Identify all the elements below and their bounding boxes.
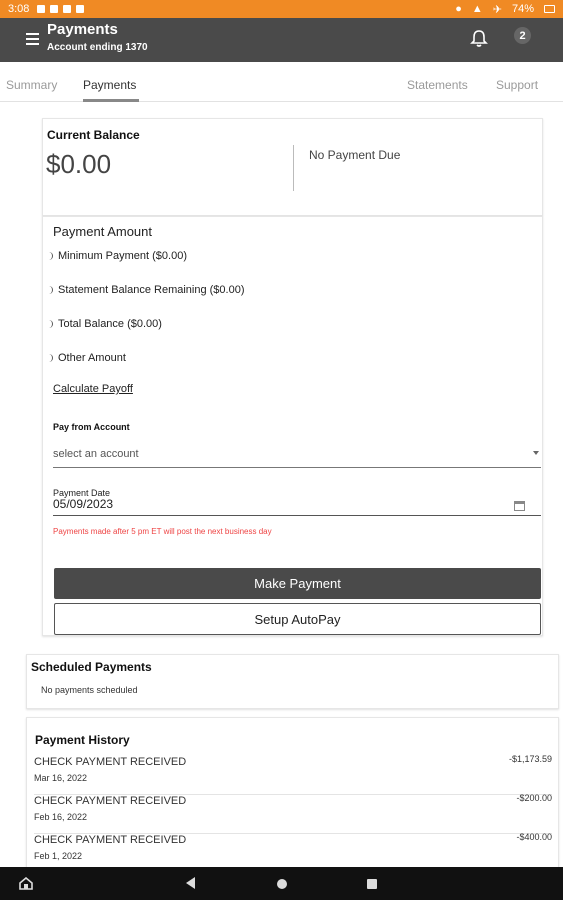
history-row[interactable]: CHECK PAYMENT RECEIVED Feb 16, 2022 -$20… — [34, 793, 552, 834]
radio-total-balance[interactable]: Total Balance ($0.00) — [49, 318, 162, 330]
history-description: CHECK PAYMENT RECEIVED — [34, 795, 187, 807]
calculate-payoff-link[interactable]: Calculate Payoff — [53, 383, 133, 395]
balance-value: $0.00 — [46, 149, 112, 179]
tab-bar: Summary Payments Statements Support — [0, 62, 563, 102]
balance-card: Current Balance $0.00 No Payment Due — [42, 118, 543, 216]
payment-history-title: Payment History — [35, 733, 130, 747]
history-amount: -$1,173.59 — [508, 754, 552, 764]
pay-from-label: Pay from Account — [53, 422, 130, 432]
scheduled-payments-title: Scheduled Payments — [31, 660, 152, 674]
history-date: Feb 1, 2022 — [34, 851, 83, 861]
circle-home-icon[interactable] — [277, 879, 287, 889]
radio-icon — [49, 320, 53, 328]
bell-icon[interactable] — [470, 29, 488, 49]
divider — [293, 145, 294, 191]
calendar-icon[interactable] — [514, 501, 525, 511]
radio-icon — [49, 252, 53, 260]
setup-autopay-button[interactable]: Setup AutoPay — [54, 603, 541, 635]
system-nav-bar — [0, 867, 563, 900]
account-select-placeholder: select an account — [53, 448, 139, 460]
payment-due-status: No Payment Due — [309, 148, 401, 162]
app-bar: Payments Account ending 1370 2 — [0, 18, 563, 62]
airplane-icon: ✈ — [492, 3, 502, 16]
history-description: CHECK PAYMENT RECEIVED — [34, 756, 187, 768]
menu-icon[interactable] — [26, 33, 39, 45]
payment-date-field[interactable]: 05/09/2023 — [53, 497, 541, 516]
notification-icon — [76, 5, 85, 13]
account-select[interactable]: select an account — [53, 442, 541, 468]
wifi-icon: ▲ — [471, 3, 483, 15]
status-time: 3:08 — [8, 3, 30, 15]
lock-icon: ● — [455, 3, 462, 15]
radio-minimum-payment[interactable]: Minimum Payment ($0.00) — [49, 250, 187, 262]
history-row[interactable]: CHECK PAYMENT RECEIVED Mar 16, 2022 -$1,… — [34, 754, 552, 795]
tab-support[interactable]: Support — [496, 78, 538, 92]
payment-amount-title: Payment Amount — [53, 224, 152, 239]
payment-amount-card: Payment Amount Minimum Payment ($0.00) S… — [42, 216, 543, 636]
radio-label: Total Balance ($0.00) — [58, 318, 162, 330]
make-payment-button[interactable]: Make Payment — [54, 568, 541, 599]
radio-label: Other Amount — [58, 352, 126, 364]
scheduled-payments-card: Scheduled Payments No payments scheduled — [26, 654, 559, 709]
notification-icon — [50, 5, 59, 13]
cutoff-warning: Payments made after 5 pm ET will post th… — [53, 527, 272, 536]
history-date: Feb 16, 2022 — [34, 812, 88, 822]
square-recents-icon[interactable] — [367, 879, 377, 889]
status-bar: 3:08 ● ▲ ✈ 74% — [0, 0, 563, 18]
notification-icon — [37, 5, 46, 13]
scheduled-empty-text: No payments scheduled — [41, 685, 138, 695]
radio-other-amount[interactable]: Other Amount — [49, 352, 126, 364]
battery-percent: 74% — [511, 3, 534, 15]
tab-payments[interactable]: Payments — [83, 78, 136, 92]
balance-label: Current Balance — [47, 128, 140, 142]
notification-badge[interactable]: 2 — [514, 27, 531, 44]
home-icon[interactable] — [19, 877, 33, 890]
radio-icon — [49, 354, 53, 362]
back-icon[interactable] — [186, 877, 195, 889]
payment-history-card: Payment History CHECK PAYMENT RECEIVED M… — [26, 717, 559, 877]
page-title: Payments — [47, 21, 118, 38]
radio-icon — [49, 286, 53, 294]
radio-statement-balance[interactable]: Statement Balance Remaining ($0.00) — [49, 284, 245, 296]
payment-date-value: 05/09/2023 — [53, 497, 114, 511]
history-amount: -$400.00 — [516, 832, 552, 842]
history-date: Mar 16, 2022 — [34, 773, 88, 783]
tab-statements[interactable]: Statements — [407, 78, 468, 92]
history-description: CHECK PAYMENT RECEIVED — [34, 834, 187, 846]
chevron-down-icon — [533, 451, 539, 455]
account-subtitle: Account ending 1370 — [47, 42, 148, 53]
radio-label: Statement Balance Remaining ($0.00) — [58, 284, 245, 296]
history-amount: -$200.00 — [516, 793, 552, 803]
notification-icon — [63, 5, 72, 13]
radio-label: Minimum Payment ($0.00) — [58, 250, 187, 262]
active-tab-indicator — [83, 99, 139, 102]
battery-icon — [544, 5, 555, 13]
tab-summary[interactable]: Summary — [6, 78, 57, 92]
